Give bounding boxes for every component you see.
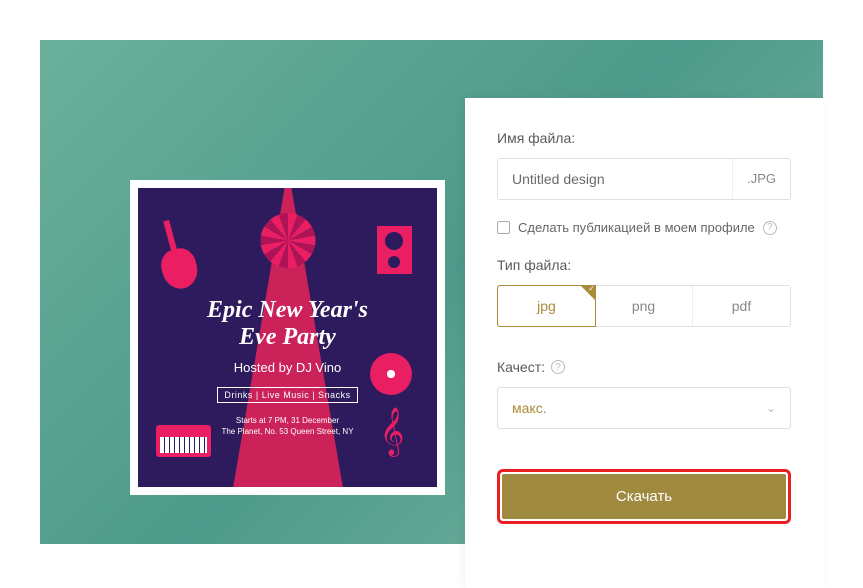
filetype-tab-jpg-label: jpg xyxy=(537,298,556,314)
download-button[interactable]: Скачать xyxy=(502,474,786,519)
quality-value: макс. xyxy=(512,400,547,416)
publish-checkbox[interactable] xyxy=(497,221,510,234)
filetype-label: Тип файла: xyxy=(497,257,791,273)
poster-info-venue: The Planet, No. 53 Queen Street, NY xyxy=(221,426,353,437)
filename-input[interactable] xyxy=(498,159,732,199)
poster-text-block: Epic New Year's Eve Party Hosted by DJ V… xyxy=(138,188,437,487)
poster-title-line1: Epic New Year's xyxy=(207,297,368,323)
poster-design: 𝄞 Epic New Year's Eve Party Hosted by DJ… xyxy=(138,188,437,487)
filename-input-group: .JPG xyxy=(497,158,791,200)
poster-info: Starts at 7 PM, 31 December The Planet, … xyxy=(221,415,353,437)
filetype-tab-pdf[interactable]: pdf xyxy=(693,286,790,326)
filetype-tab-jpg[interactable]: jpg xyxy=(497,285,596,327)
chevron-down-icon: ⌄ xyxy=(766,401,776,415)
quality-select[interactable]: макс. ⌄ xyxy=(497,387,791,429)
quality-label: Качест: xyxy=(497,359,545,375)
poster-title-line2: Eve Party xyxy=(207,324,368,350)
poster-tags: Drinks | Live Music | Snacks xyxy=(217,387,357,403)
help-icon[interactable]: ? xyxy=(551,360,565,374)
download-button-highlight: Скачать xyxy=(497,469,791,524)
design-preview: 𝄞 Epic New Year's Eve Party Hosted by DJ… xyxy=(130,180,445,495)
check-icon xyxy=(580,285,596,301)
poster-subtitle: Hosted by DJ Vino xyxy=(234,360,341,375)
download-panel: Имя файла: .JPG Сделать публикацией в мо… xyxy=(465,98,823,588)
canvas-stage: 𝄞 Epic New Year's Eve Party Hosted by DJ… xyxy=(40,40,823,544)
publish-checkbox-row[interactable]: Сделать публикацией в моем профиле ? xyxy=(497,220,791,235)
poster-title: Epic New Year's Eve Party xyxy=(207,297,368,350)
filetype-tabs: jpg png pdf xyxy=(497,285,791,327)
filetype-tab-png[interactable]: png xyxy=(595,286,693,326)
poster-info-time: Starts at 7 PM, 31 December xyxy=(221,415,353,426)
quality-label-row: Качест: ? xyxy=(497,359,791,375)
help-icon[interactable]: ? xyxy=(763,221,777,235)
filename-extension: .JPG xyxy=(732,159,790,199)
filename-label: Имя файла: xyxy=(497,130,791,146)
publish-checkbox-label: Сделать публикацией в моем профиле xyxy=(518,220,755,235)
